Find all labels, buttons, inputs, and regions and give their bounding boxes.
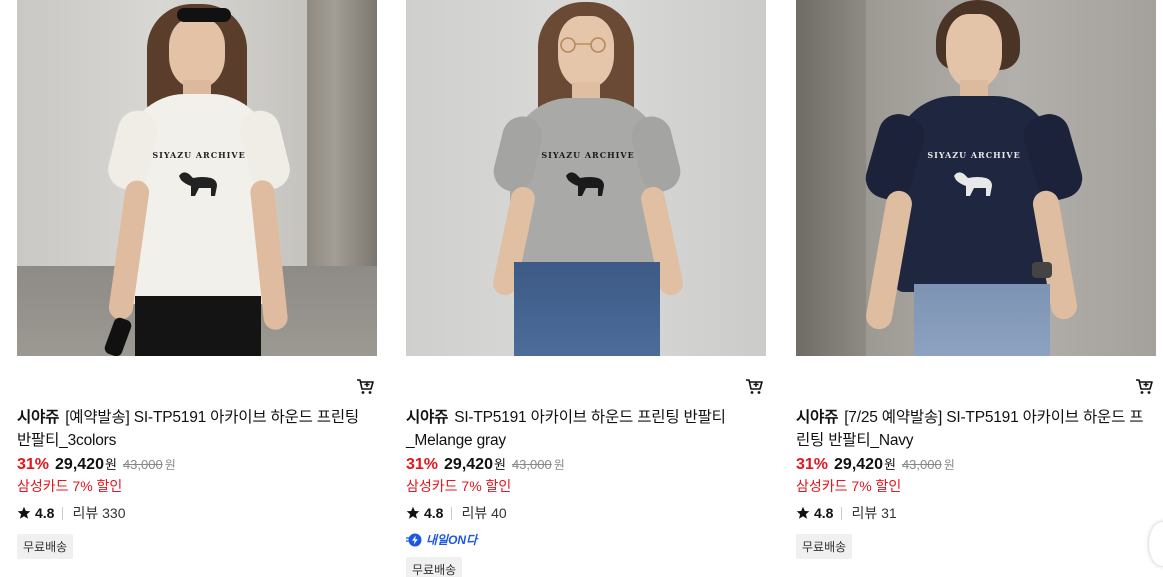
original-price: 43,000 xyxy=(901,457,942,472)
price-row: 31% 29,420 원 43,000 원 xyxy=(406,454,766,474)
dog-print-icon xyxy=(566,172,604,196)
original-price: 43,000 xyxy=(511,457,552,472)
free-shipping-badge: 무료배송 xyxy=(406,557,463,577)
divider xyxy=(841,506,843,520)
price-row: 31% 29,420 원 43,000 원 xyxy=(17,454,377,474)
sale-price: 29,420 xyxy=(444,456,493,473)
free-shipping-badge: 무료배송 xyxy=(796,534,853,559)
discount-rate: 31% xyxy=(406,456,439,473)
rating-score: 4.8 xyxy=(814,505,834,521)
cart-icon[interactable] xyxy=(355,376,375,396)
card-discount-promo: 삼성카드 7% 할인 xyxy=(17,478,123,494)
brand-name[interactable]: 시야쥬 xyxy=(796,409,838,426)
product-card[interactable]: SIYAZU ARCHIVE 시야쥬 [예약발송] SI-TP5191 아카이브 … xyxy=(17,0,377,559)
product-name[interactable]: [7/25 예약발송] SI-TP5191 아카이브 하운드 프린팅 반팔티_N… xyxy=(796,409,1144,449)
sale-price: 29,420 xyxy=(55,456,104,473)
review-count[interactable]: 리뷰 330 xyxy=(72,503,125,523)
price-row: 31% 29,420 원 43,000 원 xyxy=(796,454,1156,474)
delivery-bolt-icon xyxy=(406,533,422,546)
price-unit: 원 xyxy=(104,457,117,472)
original-price-unit: 원 xyxy=(943,458,955,472)
original-price-unit: 원 xyxy=(164,458,176,472)
divider xyxy=(451,506,453,520)
dog-print-icon xyxy=(954,172,992,196)
print-text: SIYAZU ARCHIVE xyxy=(541,150,635,160)
rating-row: 4.8 리뷰 40 xyxy=(406,503,766,523)
free-shipping-badge: 무료배송 xyxy=(17,534,74,559)
star-icon xyxy=(17,506,31,519)
cart-icon[interactable] xyxy=(744,376,764,396)
product-title[interactable]: 시야쥬 [예약발송] SI-TP5191 아카이브 하운드 프린팅 반팔티_3co… xyxy=(17,406,377,452)
price-unit: 원 xyxy=(493,457,506,472)
rating-score: 4.8 xyxy=(424,505,444,521)
rating-row: 4.8 리뷰 330 xyxy=(17,503,377,523)
product-name[interactable]: SI-TP5191 아카이브 하운드 프린팅 반팔티 _Melange gray xyxy=(406,409,726,449)
review-count[interactable]: 리뷰 31 xyxy=(851,503,896,523)
next-day-delivery-badge: 내일ON다 xyxy=(406,531,766,548)
divider xyxy=(62,506,64,520)
discount-rate: 31% xyxy=(796,456,829,473)
original-price-unit: 원 xyxy=(553,458,565,472)
star-icon xyxy=(796,506,810,519)
price-unit: 원 xyxy=(883,457,896,472)
brand-name[interactable]: 시야쥬 xyxy=(17,409,59,426)
brand-name[interactable]: 시야쥬 xyxy=(406,409,448,426)
cart-icon[interactable] xyxy=(1134,376,1154,396)
glasses-icon xyxy=(560,37,606,53)
rating-row: 4.8 리뷰 31 xyxy=(796,503,1156,523)
product-title[interactable]: 시야쥬 SI-TP5191 아카이브 하운드 프린팅 반팔티 _Melange g… xyxy=(406,406,766,452)
star-icon xyxy=(406,506,420,519)
original-price: 43,000 xyxy=(122,457,163,472)
product-image[interactable]: SIYAZU ARCHIVE xyxy=(17,0,377,356)
product-name[interactable]: [예약발송] SI-TP5191 아카이브 하운드 프린팅 반팔티_3color… xyxy=(17,409,359,449)
next-day-delivery-label: 내일ON다 xyxy=(426,533,478,547)
print-text: SIYAZU ARCHIVE xyxy=(152,150,246,160)
rating-score: 4.8 xyxy=(35,505,55,521)
print-text: SIYAZU ARCHIVE xyxy=(927,150,1021,160)
discount-rate: 31% xyxy=(17,456,50,473)
sale-price: 29,420 xyxy=(834,456,883,473)
card-discount-promo: 삼성카드 7% 할인 xyxy=(406,478,512,494)
product-image[interactable]: SIYAZU ARCHIVE xyxy=(406,0,766,356)
product-card[interactable]: SIYAZU ARCHIVE 시야쥬 SI-TP5191 아카이브 하운드 프린팅… xyxy=(406,0,766,577)
product-card[interactable]: SIYAZU ARCHIVE 시야쥬 [7/25 예약발송] SI-TP5191 … xyxy=(796,0,1156,559)
product-image[interactable]: SIYAZU ARCHIVE xyxy=(796,0,1156,356)
product-title[interactable]: 시야쥬 [7/25 예약발송] SI-TP5191 아카이브 하운드 프린팅 반팔… xyxy=(796,406,1156,452)
review-count[interactable]: 리뷰 40 xyxy=(461,503,506,523)
dog-print-icon xyxy=(179,172,217,196)
card-discount-promo: 삼성카드 7% 할인 xyxy=(796,478,902,494)
